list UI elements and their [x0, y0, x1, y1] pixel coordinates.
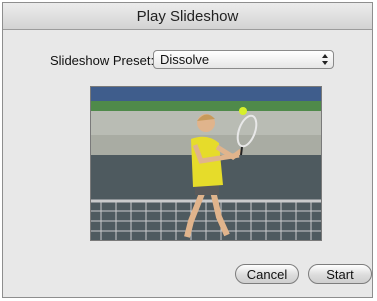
preset-label: Slideshow Preset: — [50, 53, 155, 68]
updown-chevron-icon — [322, 54, 328, 65]
slideshow-preset-select[interactable]: Dissolve — [153, 50, 334, 69]
preset-selected-value: Dissolve — [160, 52, 210, 67]
start-button[interactable]: Start — [308, 264, 372, 284]
cancel-button[interactable]: Cancel — [235, 264, 299, 284]
preset-row: Slideshow Preset: Dissolve — [3, 50, 372, 72]
slideshow-preview-image — [90, 86, 322, 241]
title-bar[interactable]: Play Slideshow — [3, 3, 372, 30]
dialog-title: Play Slideshow — [136, 8, 239, 25]
play-slideshow-dialog: Play Slideshow Slideshow Preset: Dissolv… — [2, 2, 373, 298]
tennis-player-photo — [91, 87, 321, 240]
